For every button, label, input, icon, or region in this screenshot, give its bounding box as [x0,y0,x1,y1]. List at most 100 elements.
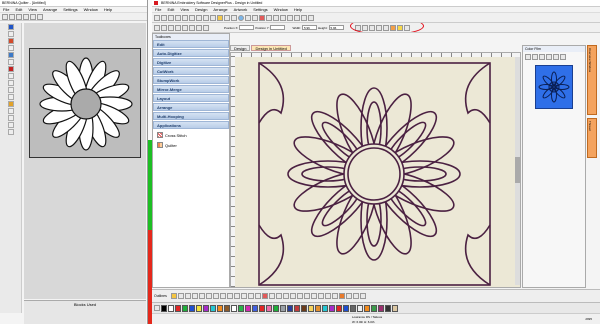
color-icon[interactable] [259,14,265,21]
color-swatch[interactable] [350,304,356,312]
color-tool-icon[interactable] [7,101,14,107]
color-swatch[interactable] [364,304,370,312]
color-swatch[interactable] [252,304,258,312]
save-icon[interactable] [16,13,22,20]
rotate-tool-icon[interactable] [7,45,14,51]
stitch-style-icon[interactable] [296,293,303,299]
stitch-style-icon[interactable] [282,293,289,299]
position-y-field[interactable] [270,25,286,30]
stitch-style-icon[interactable] [345,293,352,299]
curve-tool-icon[interactable] [7,80,14,86]
stitch-style-icon[interactable] [331,293,338,299]
stitch-style-icon[interactable] [289,293,296,299]
design-canvas[interactable] [230,52,521,288]
color-swatch[interactable] [392,304,398,312]
stitch-style-icon[interactable] [310,293,317,299]
stitch-style-icon[interactable] [233,293,240,299]
stitch-style-icon[interactable] [359,293,366,299]
paste-icon[interactable] [196,14,202,21]
color-swatch[interactable] [182,304,188,312]
app-cross-stitch[interactable]: Cross Stitch [153,130,229,140]
copy-tool-icon[interactable] [7,129,14,135]
canvas-vscroll[interactable] [515,57,520,285]
menu-item[interactable]: Design [195,7,207,12]
cut-icon[interactable] [182,14,188,21]
menu-item[interactable]: View [28,7,37,12]
menu-item[interactable]: Arrange [43,7,57,12]
stitch-style-icon[interactable] [303,293,310,299]
print-icon[interactable] [23,13,29,20]
copy-icon[interactable] [189,14,195,21]
color-swatch[interactable] [315,304,321,312]
toolbox-digitize[interactable]: Digitize [153,58,229,66]
app-quilter[interactable]: Quilter [153,140,229,150]
color-swatch[interactable] [385,304,391,312]
color-swatch[interactable] [210,304,216,312]
stitch-style-icon[interactable] [338,293,345,299]
layout-icon[interactable] [280,14,286,21]
redo-icon[interactable] [37,13,43,20]
color-swatch[interactable] [175,304,181,312]
redo-icon[interactable] [210,14,216,21]
toolbox-stumpwork[interactable]: StumpWork [153,76,229,84]
stitch-style-icon[interactable] [254,293,261,299]
color-swatch[interactable] [378,304,384,312]
color-swatch[interactable] [329,304,335,312]
color-swatch[interactable] [245,304,251,312]
layer-icon[interactable] [196,24,202,31]
open-icon[interactable] [9,13,15,20]
position-x-field[interactable] [239,25,255,30]
lock-icon[interactable] [189,24,195,31]
film-arrow-icon[interactable] [539,54,545,60]
menu-item[interactable]: Help [294,7,302,12]
color-swatch[interactable] [224,304,230,312]
color-swatch[interactable] [266,304,272,312]
stitch-style-icon[interactable] [268,293,275,299]
menu-item[interactable]: Edit [167,7,174,12]
color-swatch[interactable] [336,304,342,312]
toolbox-mirror-merge[interactable]: Mirror-Merge [153,85,229,93]
select-icon[interactable] [154,24,160,31]
color-swatch[interactable] [273,304,279,312]
stitch-style-icon[interactable] [184,293,191,299]
color-swatch[interactable] [217,304,223,312]
align-icon[interactable] [168,24,174,31]
menu-item[interactable]: Window [84,7,98,12]
save-icon[interactable] [168,14,174,21]
side-tab-thread[interactable]: Thread [587,118,597,158]
stitch-style-icon[interactable] [247,293,254,299]
color-swatch[interactable] [231,304,237,312]
arrange-icon[interactable] [203,24,209,31]
stitch-style-icon[interactable] [324,293,331,299]
zoom-icon[interactable] [231,14,237,21]
stitch-style-icon[interactable] [205,293,212,299]
toolbox-edit[interactable]: Edit [153,40,229,48]
color-swatch[interactable] [343,304,349,312]
menu-item[interactable]: File [3,7,9,12]
color-swatch[interactable] [238,304,244,312]
height-field[interactable]: 5.96 [328,25,344,30]
artwork-icon[interactable] [287,14,293,21]
select-tool-icon[interactable] [7,122,14,128]
node-tool-icon[interactable] [7,31,14,37]
mirror-tool-icon[interactable] [7,59,14,65]
rotate-icon[interactable] [238,14,244,21]
color-swatch[interactable] [308,304,314,312]
stitch-style-icon[interactable] [198,293,205,299]
group-icon[interactable] [175,24,181,31]
stitch-style-icon[interactable] [352,293,359,299]
toolbox-multi-hooping[interactable]: Multi-Hooping [153,112,229,120]
menu-item[interactable]: Help [104,7,112,12]
side-tab-overview[interactable]: Overview Window [587,45,597,115]
color-swatch[interactable] [259,304,265,312]
film-arrow-icon[interactable] [546,54,552,60]
undo-icon[interactable] [203,14,209,21]
tab-design[interactable]: Design [230,45,251,51]
print-icon[interactable] [175,14,181,21]
block-tool-icon[interactable] [7,38,14,44]
fill-tool-icon[interactable] [7,52,14,58]
stitch-style-icon[interactable] [261,293,268,299]
settings-icon[interactable] [301,14,307,21]
toolbox-arrange[interactable]: Arrange [153,103,229,111]
canvas-vscroll-thumb[interactable] [515,157,520,183]
